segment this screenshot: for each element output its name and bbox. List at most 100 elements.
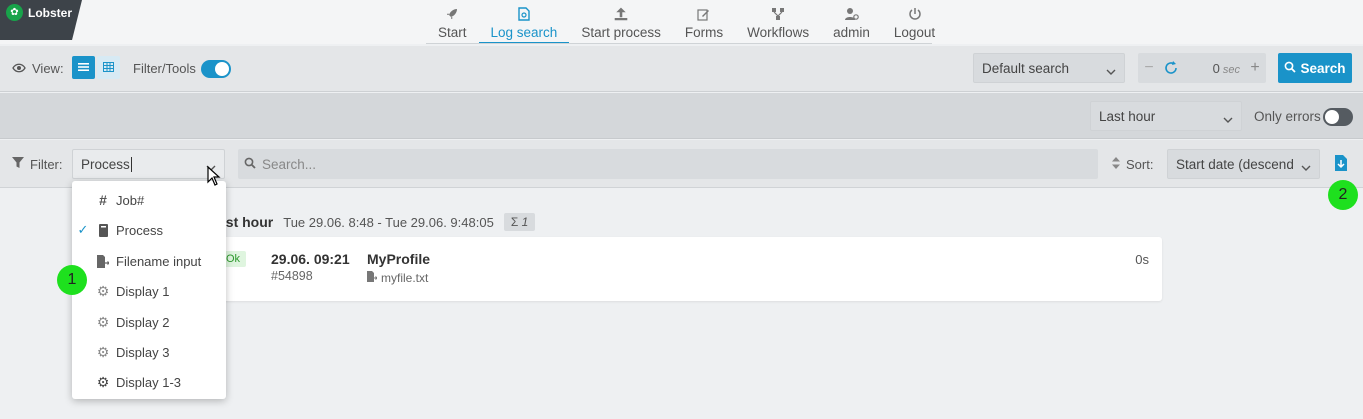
- nav-label: Start: [438, 25, 467, 40]
- eye-icon: [12, 61, 26, 76]
- export-download-icon[interactable]: [1334, 154, 1348, 175]
- nav-item-start-process[interactable]: Start process: [569, 0, 673, 44]
- search-placeholder: Search...: [262, 156, 317, 172]
- result-filename-text: myfile.txt: [381, 271, 429, 285]
- dropdown-item-display-1-3[interactable]: ⚙ Display 1-3: [72, 367, 226, 397]
- nav-label: Logout: [893, 25, 936, 40]
- search-icon: [1284, 61, 1297, 76]
- filter-field-value: Process: [81, 156, 130, 172]
- view-label-text: View:: [32, 61, 64, 76]
- gear-icon: ⚙: [96, 313, 110, 330]
- nav-divider: [426, 43, 932, 44]
- results-count-badge: Σ 1: [503, 213, 536, 231]
- nav-item-start[interactable]: Start: [426, 0, 479, 44]
- refresh-unit: sec: [1222, 63, 1240, 76]
- sort-select[interactable]: Start date (descending): [1167, 149, 1320, 179]
- top-navigation: ✿ Lobster Start Log search Start process…: [0, 0, 1363, 44]
- sort-label: Sort:: [1112, 157, 1153, 172]
- filter-tools-toggle[interactable]: [201, 60, 231, 78]
- result-duration: 0s: [1135, 252, 1149, 267]
- results-title: ast hour: [218, 214, 274, 230]
- default-search-select[interactable]: Default search: [973, 53, 1125, 83]
- chevron-down-icon: [1301, 159, 1311, 174]
- nav-item-workflows[interactable]: Workflows: [735, 0, 821, 44]
- results-summary: ast hour Tue 29.06. 8:48 - Tue 29.06. 9:…: [218, 213, 536, 231]
- result-job-number: #54898: [271, 269, 313, 283]
- gears-icon: ⚙: [96, 373, 110, 390]
- checkmark-icon: ✓: [77, 222, 89, 237]
- result-profile[interactable]: MyProfile: [367, 251, 430, 267]
- search-button-label: Search: [1300, 60, 1346, 76]
- timeframe-value: Last hour: [1099, 108, 1156, 124]
- list-icon: [78, 60, 89, 75]
- lobster-logo-icon: ✿: [6, 4, 23, 21]
- table-view-button[interactable]: [97, 56, 120, 79]
- power-icon: [908, 5, 922, 23]
- rocket-icon: [445, 5, 459, 23]
- filter-field-select[interactable]: Process: [72, 149, 225, 179]
- result-row[interactable]: Ok 29.06. 09:21 #54898 MyProfile myfile.…: [200, 237, 1162, 301]
- file-input-icon: [94, 254, 112, 268]
- only-errors-toggle[interactable]: [1323, 108, 1353, 126]
- dropdown-item-label: Filename input: [116, 253, 202, 269]
- search-button[interactable]: Search: [1278, 53, 1352, 83]
- nav-item-admin[interactable]: admin: [821, 0, 882, 44]
- search-input[interactable]: Search...: [238, 149, 1098, 179]
- refresh-seconds: 0: [1212, 60, 1220, 76]
- chevron-down-icon: [1106, 63, 1116, 78]
- filter-label-text: Filter:: [30, 157, 63, 172]
- table-icon: [103, 60, 114, 75]
- sort-label-text: Sort:: [1126, 157, 1154, 172]
- dropdown-item-filename-input[interactable]: Filename input: [72, 246, 226, 276]
- chevron-down-icon: [1223, 111, 1233, 126]
- only-errors-label: Only errors: [1254, 109, 1321, 124]
- nav-label: Start process: [581, 25, 661, 40]
- search-icon: [244, 157, 256, 172]
- dropdown-item-job[interactable]: # Job#: [72, 185, 226, 215]
- timeframe-select[interactable]: Last hour: [1090, 101, 1242, 131]
- nav-label: Forms: [684, 25, 724, 40]
- edit-icon: [697, 5, 710, 23]
- view-switch: [72, 56, 120, 79]
- dropdown-item-label: Display 1-3: [116, 374, 182, 390]
- nav-label: Workflows: [747, 25, 810, 40]
- filter-field-dropdown: # Job# ✓ Process Filename input ⚙ Displa…: [72, 181, 226, 399]
- sort-icon: [1112, 157, 1120, 172]
- dropdown-item-display-3[interactable]: ⚙ Display 3: [72, 337, 226, 367]
- timeframe-toolbar: Last hour Only errors: [0, 93, 1363, 139]
- dropdown-item-label: Display 1: [116, 283, 170, 299]
- sort-value: Start date (descending): [1176, 156, 1294, 172]
- file-input-icon: [367, 271, 378, 285]
- dropdown-item-label: Process: [116, 222, 163, 238]
- dropdown-item-label: Display 2: [116, 314, 170, 330]
- log-search-icon: [518, 5, 530, 23]
- nav-label: admin: [833, 25, 870, 40]
- refresh-increase-button[interactable]: +: [1244, 59, 1266, 77]
- refresh-interval: 0 sec: [1182, 61, 1244, 76]
- sum-icon: Σ: [510, 215, 519, 229]
- list-view-button[interactable]: [72, 56, 95, 79]
- results-range: Tue 29.06. 8:48 - Tue 29.06. 9:48:05: [283, 214, 494, 230]
- dropdown-item-display-2[interactable]: ⚙ Display 2: [72, 307, 226, 337]
- main-toolbar: View: Filter/Tools Default search − 0 sec…: [0, 46, 1363, 92]
- nav-item-logout[interactable]: Logout: [882, 0, 947, 44]
- nav-label: Log search: [490, 25, 558, 40]
- nav-items: Start Log search Start process Forms Wor…: [426, 0, 947, 44]
- nav-item-log-search[interactable]: Log search: [478, 0, 570, 44]
- filter-label: Filter:: [12, 157, 63, 172]
- dropdown-item-label: Job#: [116, 192, 145, 208]
- logo-content[interactable]: ✿ Lobster: [6, 4, 72, 21]
- step-marker-2: 2: [1328, 180, 1358, 210]
- dropdown-item-process[interactable]: ✓ Process: [72, 215, 226, 245]
- results-count: 1: [521, 215, 529, 229]
- result-filename: myfile.txt: [367, 271, 428, 285]
- refresh-decrease-button[interactable]: −: [1138, 59, 1160, 77]
- refresh-icon[interactable]: [1160, 61, 1182, 75]
- workflow-icon: [771, 5, 785, 23]
- user-gear-icon: [844, 5, 859, 23]
- dropdown-item-display-1[interactable]: ⚙ Display 1: [72, 276, 226, 306]
- filter-tools-label: Filter/Tools: [133, 61, 196, 76]
- result-time: 29.06. 09:21: [271, 251, 350, 267]
- nav-item-forms[interactable]: Forms: [673, 0, 735, 44]
- text-caret: [130, 156, 132, 172]
